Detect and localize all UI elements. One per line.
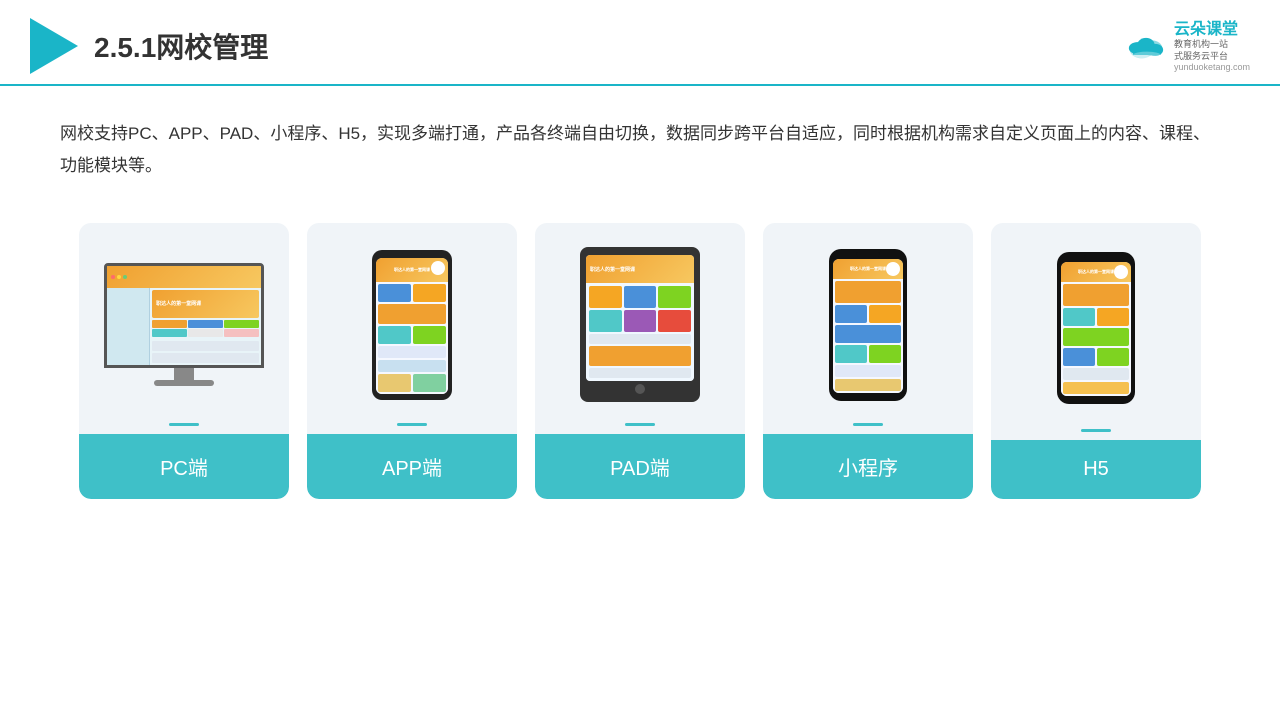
cloud-icon (1124, 31, 1168, 61)
app-mockup: 职达人的第一堂网课 (372, 250, 452, 400)
miniprogram-card: 职达人的第一堂网课 (763, 223, 973, 499)
tablet-frame: 职达人的第一堂网课 (580, 247, 700, 402)
miniprogram-label: 小程序 (763, 434, 973, 499)
h5-label: H5 (991, 440, 1201, 499)
h5-image-area: 职达人的第一堂网课 (991, 223, 1201, 429)
pad-label: PAD端 (535, 434, 745, 499)
app-card: 职达人的第一堂网课 (307, 223, 517, 499)
h5-mockup: 职达人的第一堂网课 (1057, 252, 1135, 404)
description-text: 网校支持PC、APP、PAD、小程序、H5，实现多端打通，产品各终端自由切换，数… (0, 86, 1280, 203)
brand-url: yunduoketang.com (1174, 62, 1250, 72)
pc-card: 职达人的第一堂网课 (79, 223, 289, 499)
tablet-mockup: 职达人的第一堂网课 (580, 247, 700, 402)
brand-name: 云朵课堂 (1174, 20, 1238, 39)
page-title: 2.5.1网校管理 (94, 26, 268, 66)
miniprogram-mockup: 职达人的第一堂网课 (829, 249, 907, 401)
pad-image-area: 职达人的第一堂网课 (535, 223, 745, 423)
h5-deco-line (1081, 429, 1111, 432)
brand-tagline: 教育机构一站式服务云平台 (1174, 39, 1228, 62)
header-left: 2.5.1网校管理 (30, 18, 268, 74)
brand-logo: 云朵课堂 教育机构一站式服务云平台 yunduoketang.com (1124, 20, 1250, 73)
pad-card: 职达人的第一堂网课 (535, 223, 745, 499)
h5-phone-frame: 职达人的第一堂网课 (1057, 252, 1135, 404)
header: 2.5.1网校管理 云朵课堂 教育机构一站式服务云平台 yunduoketang… (0, 0, 1280, 86)
header-right: 云朵课堂 教育机构一站式服务云平台 yunduoketang.com (1124, 20, 1250, 73)
app-deco-line (397, 423, 427, 426)
brand-text: 云朵课堂 教育机构一站式服务云平台 yunduoketang.com (1174, 20, 1250, 73)
pc-deco-line (169, 423, 199, 426)
h5-card: 职达人的第一堂网课 (991, 223, 1201, 499)
logo-icon (30, 18, 78, 74)
app-label: APP端 (307, 434, 517, 499)
pc-label: PC端 (79, 434, 289, 499)
pad-deco-line (625, 423, 655, 426)
mini-phone-frame: 职达人的第一堂网课 (829, 249, 907, 401)
miniprogram-deco-line (853, 423, 883, 426)
pc-mockup: 职达人的第一堂网课 (104, 263, 264, 386)
pc-image-area: 职达人的第一堂网课 (79, 223, 289, 423)
miniprogram-image-area: 职达人的第一堂网课 (763, 223, 973, 423)
cards-container: 职达人的第一堂网课 (0, 203, 1280, 529)
phone-frame: 职达人的第一堂网课 (372, 250, 452, 400)
pc-screen: 职达人的第一堂网课 (104, 263, 264, 368)
app-image-area: 职达人的第一堂网课 (307, 223, 517, 423)
